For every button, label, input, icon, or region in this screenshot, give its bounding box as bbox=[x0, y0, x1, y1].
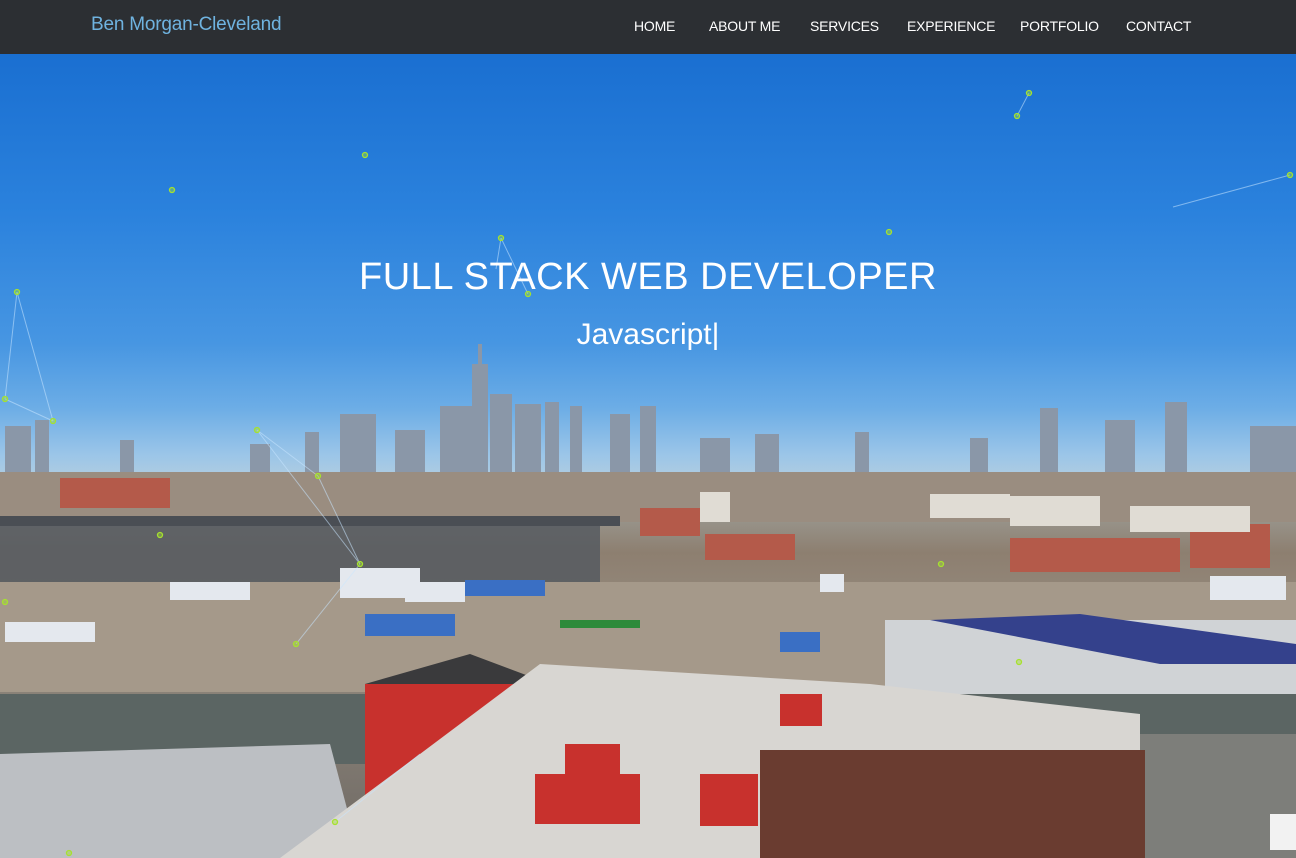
typing-cursor: | bbox=[711, 318, 720, 351]
hero-title: FULL STACK WEB DEVELOPER bbox=[359, 256, 937, 298]
city-skyline-background-image bbox=[0, 344, 1296, 858]
nav-services[interactable]: SERVICES bbox=[810, 18, 879, 34]
hero-section: FULL STACK WEB DEVELOPER Javascript| bbox=[0, 54, 1296, 858]
nav-portfolio[interactable]: PORTFOLIO bbox=[1020, 18, 1099, 34]
nav-home[interactable]: HOME bbox=[634, 18, 675, 34]
typed-role-text: Javascript| bbox=[0, 318, 1296, 352]
nav-experience[interactable]: EXPERIENCE bbox=[907, 18, 995, 34]
top-navbar: Ben Morgan-Cleveland HOME ABOUT ME SERVI… bbox=[0, 0, 1296, 54]
nav-about-me[interactable]: ABOUT ME bbox=[709, 18, 780, 34]
typed-word: Javascript bbox=[576, 318, 712, 351]
nav-contact[interactable]: CONTACT bbox=[1126, 18, 1191, 34]
brand-link[interactable]: Ben Morgan-Cleveland bbox=[91, 14, 282, 36]
